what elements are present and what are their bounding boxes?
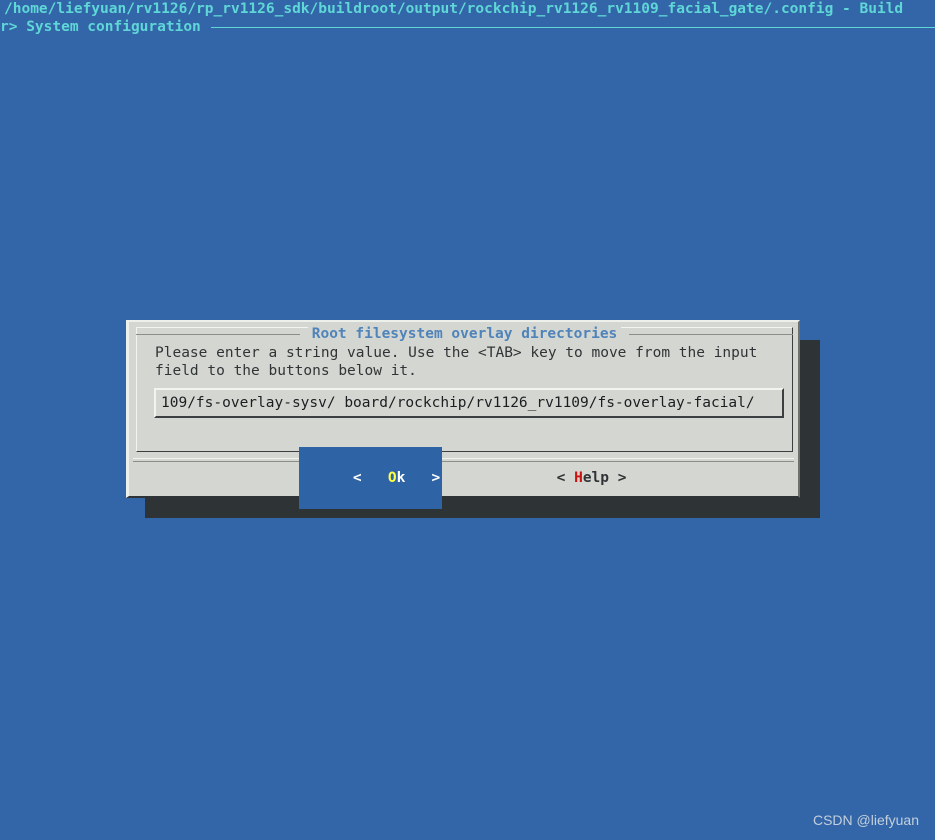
ok-label-rest: k	[396, 470, 406, 486]
string-input-field[interactable]: 109/fs-overlay-sysv/ board/rockchip/rv11…	[154, 388, 784, 418]
breadcrumb: r> System configuration	[0, 18, 935, 36]
terminal-header: /home/liefyuan/rv1126/rp_rv1126_sdk/buil…	[0, 0, 935, 36]
menuconfig-title: /home/liefyuan/rv1126/rp_rv1126_sdk/buil…	[4, 1, 904, 17]
help-right-bracket: >	[617, 470, 627, 486]
help-gap-1	[565, 470, 574, 486]
breadcrumb-text: r> System configuration	[0, 19, 201, 35]
help-label-rest: elp	[582, 470, 610, 486]
dialog-button-bar: < Ok > < Help >	[129, 447, 798, 509]
dialog-prompt-text: Please enter a string value. Use the <TA…	[155, 345, 758, 379]
string-input-dialog: Root filesystem overlay directories Plea…	[126, 320, 800, 509]
ok-gap-1	[362, 470, 388, 486]
help-button[interactable]: < Help >	[502, 447, 628, 509]
ok-left-bracket: <	[352, 470, 362, 486]
help-hotkey: H	[574, 470, 583, 486]
watermark: CSDN @liefyuan	[812, 812, 919, 828]
ok-gap-2	[405, 470, 431, 486]
breadcrumb-rule	[210, 26, 935, 28]
ok-button[interactable]: < Ok >	[298, 447, 443, 509]
string-input-value[interactable]: 109/fs-overlay-sysv/ board/rockchip/rv11…	[161, 395, 755, 411]
ok-right-bracket: >	[431, 470, 441, 486]
help-gap-2	[609, 470, 618, 486]
ok-hotkey: O	[387, 470, 397, 486]
